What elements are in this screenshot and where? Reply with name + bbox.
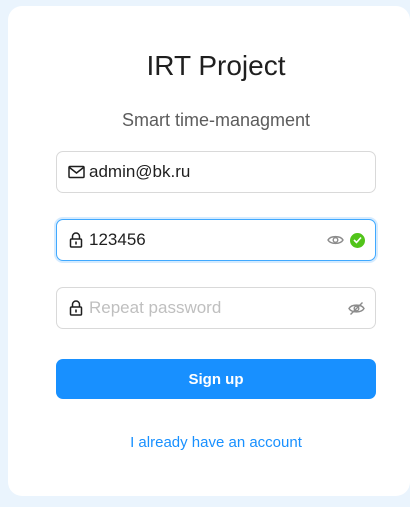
signup-card: IRT Project Smart time-managment admin@b… — [8, 6, 410, 496]
repeat-password-field[interactable] — [56, 287, 376, 329]
check-circle-icon — [350, 232, 365, 248]
mail-icon — [67, 163, 85, 181]
password-suffix — [326, 231, 365, 249]
page-title: IRT Project — [146, 50, 286, 81]
email-input[interactable] — [89, 162, 365, 182]
eye-invisible-icon[interactable] — [347, 299, 365, 317]
lock-icon — [67, 299, 85, 317]
password-field[interactable] — [56, 219, 376, 261]
page-subtitle: Smart time-managment — [121, 110, 311, 130]
repeat-password-suffix — [347, 299, 365, 317]
email-field[interactable] — [56, 151, 376, 193]
lock-icon — [67, 231, 85, 249]
eye-icon[interactable] — [326, 231, 344, 249]
signup-button[interactable]: Sign up — [56, 359, 376, 399]
repeat-password-input[interactable] — [89, 298, 347, 318]
existing-account-link[interactable]: I already have an account — [8, 434, 410, 451]
password-input[interactable] — [89, 230, 326, 250]
